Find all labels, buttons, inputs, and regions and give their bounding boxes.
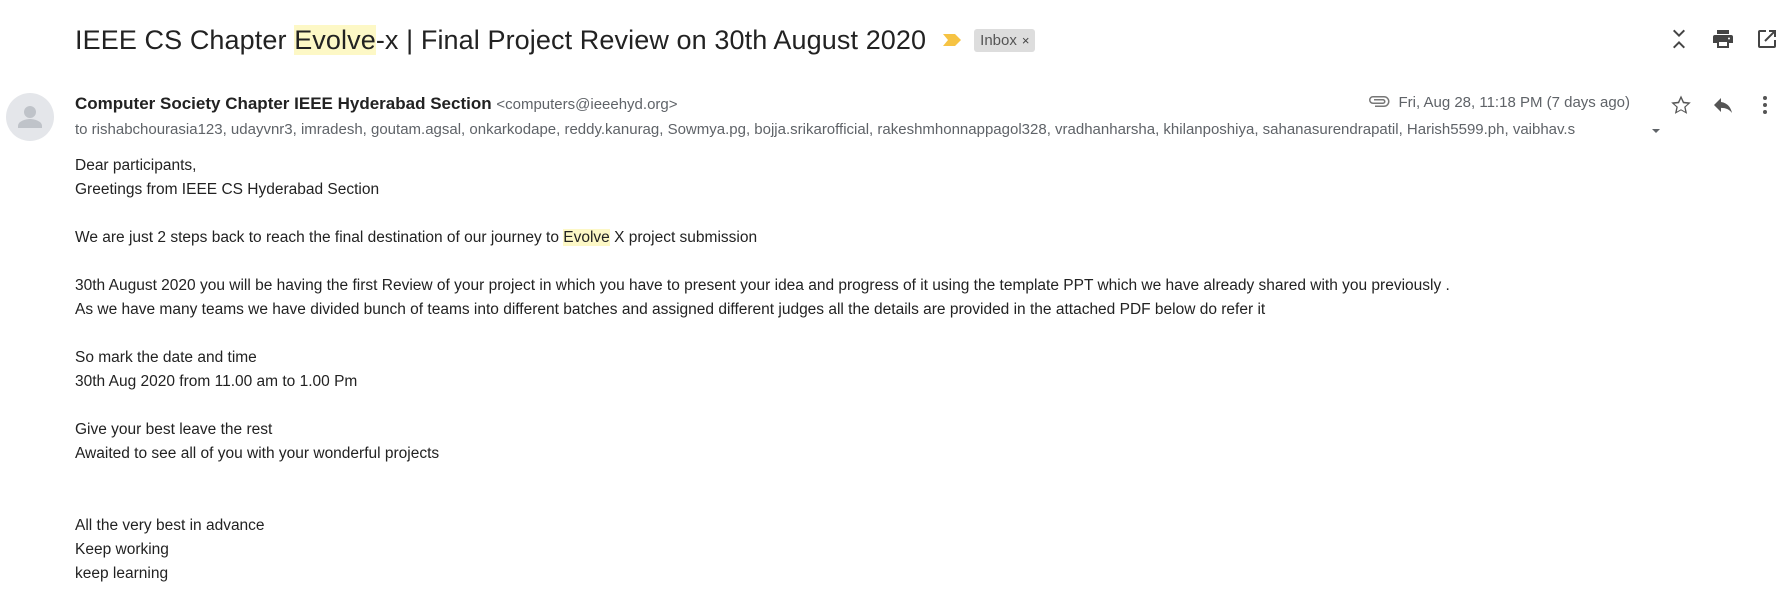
paperclip-icon	[1366, 93, 1390, 111]
body-text: X project submission	[609, 229, 758, 246]
body-line: So mark the date and time	[75, 349, 257, 366]
thread-actions	[1664, 24, 1782, 54]
body-line: 30th Aug 2020 from 11.00 am to 1.00 Pm	[75, 373, 358, 390]
subject-text-start: IEEE CS Chapter	[75, 24, 295, 55]
body-line: Keep working	[75, 541, 169, 558]
remove-label-icon[interactable]: ×	[1022, 33, 1030, 48]
sender-line: Computer Society Chapter IEEE Hyderabad …	[75, 94, 678, 114]
body-line: 30th August 2020 you will be having the …	[75, 277, 1450, 294]
message-actions	[1666, 90, 1780, 120]
subject-row: IEEE CS Chapter Evolve-x | Final Project…	[75, 18, 1036, 62]
sender-email: <computers@ieeehyd.org>	[496, 96, 678, 113]
print-icon[interactable]	[1708, 24, 1738, 54]
more-vert-icon[interactable]	[1750, 90, 1780, 120]
subject-text-end: -x | Final Project Review on 30th August…	[375, 24, 927, 55]
show-details-caret-icon[interactable]	[1649, 124, 1663, 138]
sender-name[interactable]: Computer Society Chapter IEEE Hyderabad …	[75, 94, 492, 113]
body-search-highlight: Evolve	[563, 229, 610, 246]
body-line: keep learning	[75, 565, 169, 582]
subject-search-highlight: Evolve	[294, 24, 376, 55]
message-date: Fri, Aug 28, 11:18 PM (7 days ago)	[1398, 93, 1630, 111]
star-icon[interactable]	[1666, 90, 1696, 120]
important-label-icon[interactable]	[942, 33, 962, 47]
body-line: Give your best leave the rest	[75, 421, 273, 438]
email-subject: IEEE CS Chapter Evolve-x | Final Project…	[75, 24, 927, 56]
message-body: Dear participants, Greetings from IEEE C…	[75, 154, 1450, 586]
body-line: Awaited to see all of you with your wond…	[75, 445, 440, 462]
body-line: Greetings from IEEE CS Hyderabad Section	[75, 181, 380, 198]
collapse-all-icon[interactable]	[1664, 24, 1694, 54]
body-line: All the very best in advance	[75, 517, 265, 534]
message-meta: Fri, Aug 28, 11:18 PM (7 days ago)	[1366, 93, 1630, 111]
body-text: We are just 2 steps back to reach the fi…	[75, 229, 564, 246]
body-line: We are just 2 steps back to reach the fi…	[75, 226, 1450, 250]
body-line: Dear participants,	[75, 157, 197, 174]
open-in-new-window-icon[interactable]	[1752, 24, 1782, 54]
body-line: As we have many teams we have divided bu…	[75, 301, 1266, 318]
sender-avatar[interactable]	[6, 93, 54, 141]
reply-icon[interactable]	[1708, 90, 1738, 120]
inbox-label-chip[interactable]: Inbox ×	[974, 28, 1036, 52]
recipients-list: to rishabchourasia123, udayvnr3, imrades…	[75, 121, 1576, 138]
inbox-label-text: Inbox	[980, 31, 1017, 49]
